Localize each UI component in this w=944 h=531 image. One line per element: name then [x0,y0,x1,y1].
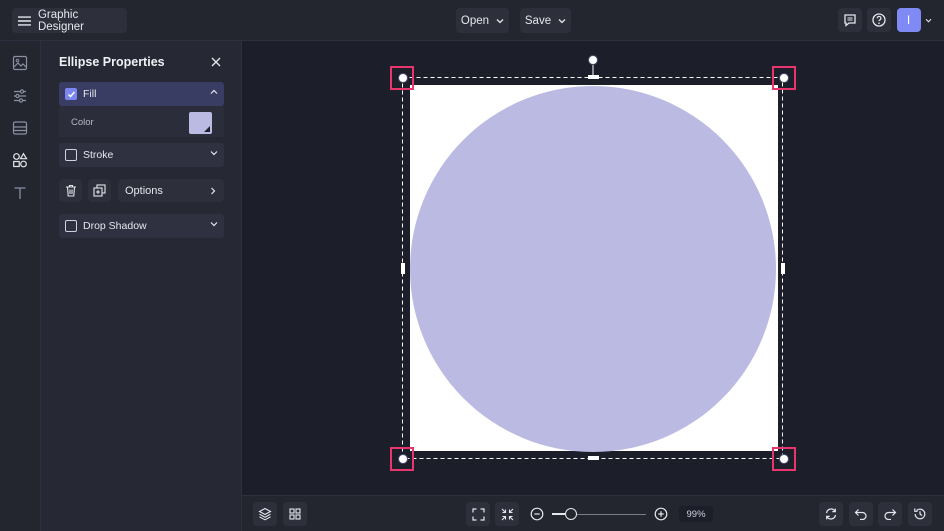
stroke-section-header[interactable]: Stroke [59,143,224,167]
refresh-icon [825,508,837,520]
sync-button[interactable] [819,502,843,526]
drop-shadow-label: Drop Shadow [83,220,147,232]
bottom-toolbar: 99% [242,495,944,531]
text-tool[interactable] [10,183,30,203]
chevron-down-icon [558,18,566,23]
stroke-label: Stroke [83,149,114,161]
comments-button[interactable] [838,8,862,32]
chevron-down-icon [925,18,931,23]
fill-section-header[interactable]: Fill [59,82,224,106]
zoom-level-display[interactable]: 99% [679,506,713,522]
resize-handle-right[interactable] [781,263,785,274]
trash-icon [65,184,76,197]
layers-icon [258,507,272,521]
drop-shadow-section-header[interactable]: Drop Shadow [59,214,224,238]
adjust-tool[interactable] [10,86,30,106]
fill-label: Fill [83,88,97,100]
fill-checkbox[interactable] [65,88,77,100]
open-label: Open [460,14,490,27]
shapes-icon [13,152,28,168]
chevron-down-icon [496,18,504,23]
hamburger-icon [18,15,31,26]
history-icon [914,508,926,520]
undo-button[interactable] [849,502,873,526]
resize-handle-top-left[interactable] [398,73,408,83]
options-button[interactable]: Options [118,179,224,202]
ellipse-properties-panel: Ellipse Properties Fill Color Stroke Opt… [41,41,242,531]
resize-handle-top[interactable] [588,75,599,79]
stroke-checkbox[interactable] [65,149,77,161]
close-icon [211,57,221,67]
adjust-icon [14,89,26,103]
zoom-in-icon [654,507,668,521]
comment-icon [844,14,856,27]
fit-to-screen-button[interactable] [466,502,490,526]
drop-shadow-checkbox[interactable] [65,220,77,232]
zoom-in-button[interactable] [654,507,668,521]
grid-button[interactable] [283,502,307,526]
shapes-tool[interactable] [10,150,30,170]
avatar: I [896,8,921,32]
redo-button[interactable] [878,502,902,526]
corner-triangle-icon [204,126,210,132]
resize-handle-bottom-right[interactable] [779,454,789,464]
canvas-area [242,41,944,495]
help-icon [872,13,886,27]
fill-section-body: Color [59,106,224,137]
duplicate-button[interactable] [88,179,111,202]
menu-button[interactable]: Graphic Designer [12,8,127,33]
undo-icon [854,509,867,520]
help-button[interactable] [867,8,891,32]
redo-icon [884,509,897,520]
image-icon [12,55,28,71]
app-title: Graphic Designer [37,8,84,33]
close-panel-button[interactable] [209,55,223,69]
chevron-right-icon [211,187,216,195]
zoom-slider-thumb[interactable] [565,508,577,520]
open-button[interactable]: Open [456,8,509,33]
zoom-value: 99 [686,508,698,520]
resize-handle-top-right[interactable] [779,73,789,83]
resize-handle-bottom-left[interactable] [398,454,408,464]
resize-handle-left[interactable] [401,263,405,274]
panel-title: Ellipse Properties [59,55,165,69]
layers-button[interactable] [253,502,277,526]
options-label: Options [125,184,163,197]
tool-sidebar [0,41,41,531]
zoom-slider[interactable] [552,508,646,520]
layout-icon [12,121,28,135]
top-bar: Graphic Designer Open Save I [0,0,944,41]
shrink-icon [501,508,513,520]
chevron-down-icon [210,151,218,156]
layout-tool[interactable] [10,118,30,138]
chevron-up-icon [210,89,218,94]
avatar-initial: I [906,13,911,27]
checkmark-icon [67,91,75,98]
chevron-down-icon [210,222,218,227]
color-swatch[interactable] [189,112,212,134]
zoom-unit: % [697,508,706,520]
color-label: Color [71,117,94,128]
resize-handle-bottom[interactable] [588,456,599,460]
save-label: Save [524,14,552,27]
zoom-slider-track [571,513,646,515]
delete-button[interactable] [59,179,82,202]
account-menu-button[interactable]: I [896,8,932,32]
rotate-handle[interactable] [588,55,598,65]
duplicate-icon [93,184,106,197]
shrink-button[interactable] [495,502,519,526]
history-button[interactable] [908,502,932,526]
ellipse-shape[interactable] [410,86,776,452]
expand-icon [471,507,485,521]
zoom-out-button[interactable] [530,507,544,521]
zoom-out-icon [530,507,544,521]
grid-icon [289,508,301,520]
image-tool[interactable] [10,53,30,73]
save-button[interactable]: Save [520,8,571,33]
text-icon [14,187,26,199]
